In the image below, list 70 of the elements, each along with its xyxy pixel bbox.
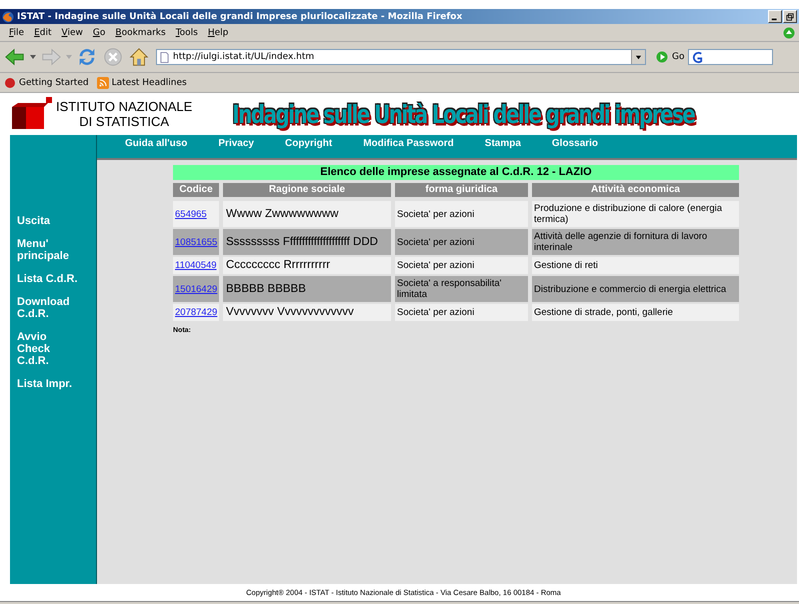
- status-indicator-icon: [783, 26, 795, 38]
- cube-logo-icon: [10, 97, 54, 131]
- table-cell: Societa' per azioni: [395, 257, 528, 274]
- table-title: Elenco delle imprese assegnate al C.d.R. 12 - LAZIO: [173, 165, 739, 180]
- sidebar-link[interactable]: Avvio Check C.d.R.: [17, 331, 79, 367]
- nav-link[interactable]: Stampa: [484, 138, 521, 149]
- search-field[interactable]: [688, 49, 774, 65]
- table-cell: BBBBB BBBBB: [223, 276, 391, 302]
- table-cell: Wwww Zwwwwwwww: [223, 201, 391, 227]
- sidebar-link[interactable]: Lista C.d.R.: [17, 273, 79, 285]
- sidebar-link[interactable]: Download C.d.R.: [17, 296, 79, 320]
- restore-button[interactable]: [783, 10, 797, 23]
- search-engine-icon: [691, 50, 704, 64]
- code-link[interactable]: 11040549: [175, 260, 217, 271]
- banner-title: Indagine sulle Unità Locali delle grandi imprese: [232, 99, 694, 129]
- column-header: forma giuridica: [395, 183, 528, 197]
- table-cell: Produzione e distribuzione di calore (energia termica): [532, 201, 739, 227]
- home-icon[interactable]: [128, 46, 150, 68]
- caret-icon: [635, 54, 642, 60]
- menu-item[interactable]: Edit: [29, 28, 57, 38]
- table-cell: Societa' per azioni: [395, 229, 528, 255]
- table-cell: Ccccccccc Rrrrrrrrrrr: [223, 257, 391, 274]
- nav-link[interactable]: Glossario: [552, 138, 598, 149]
- menu-item[interactable]: Go: [88, 28, 110, 38]
- code-link[interactable]: 20787429: [175, 307, 218, 318]
- bookmark-link[interactable]: Getting Started: [4, 76, 89, 88]
- window-title: ISTAT - Indagine sulle Unità Locali delle grandi Imprese plurilocalizzate - Mozilla Firefox: [17, 12, 462, 22]
- code-link[interactable]: 654965: [175, 208, 207, 220]
- menu-item[interactable]: Help: [202, 28, 234, 38]
- restore-icon: [786, 12, 794, 20]
- table-cell: Gestione di reti: [532, 257, 739, 274]
- table-cell: Gestione di strade, ponti, gallerie: [532, 304, 739, 321]
- menu-item[interactable]: Tools: [170, 28, 203, 38]
- nav-link[interactable]: Modifica Password: [363, 138, 454, 149]
- caret-icon[interactable]: [30, 55, 36, 59]
- back-icon[interactable]: [4, 46, 26, 68]
- table-cell: Attività delle agenzie di fornitura di lavoro interinale: [532, 229, 739, 255]
- sidebar-link[interactable]: Uscita: [17, 215, 79, 227]
- nav-link[interactable]: Copyright: [284, 138, 332, 149]
- column-header: Attività economica: [532, 183, 739, 197]
- sidebar-link[interactable]: Lista Impr.: [17, 378, 79, 390]
- nav-link[interactable]: Privacy: [218, 138, 254, 149]
- institute-name: DI STATISTICA: [79, 114, 170, 129]
- column-header: Codice: [173, 183, 219, 197]
- institute-name: ISTITUTO NAZIONALE: [56, 99, 192, 114]
- bookmark-icon: [4, 76, 16, 88]
- table-cell: Societa' per azioni: [395, 304, 528, 321]
- browser-logo-icon: [2, 10, 14, 22]
- address-field[interactable]: http://iulgi.istat.it/UL/index.htm: [156, 49, 646, 65]
- menu-item[interactable]: File: [4, 28, 30, 38]
- table-cell: Societa' a responsabilita' limitata: [395, 276, 528, 302]
- table-cell: Sssssssss Fffffffffffffffffffff DDD: [223, 229, 391, 255]
- page-icon: [160, 52, 169, 62]
- code-link[interactable]: 15016429: [175, 284, 218, 294]
- play-icon: [656, 51, 668, 63]
- bookmark-link[interactable]: Latest Headlines: [96, 76, 187, 88]
- menu-item[interactable]: Bookmarks: [110, 28, 171, 38]
- code-link[interactable]: 10851655: [175, 236, 218, 248]
- sidebar-link[interactable]: Menu' principale: [17, 238, 79, 262]
- dropdown-button[interactable]: [631, 50, 645, 64]
- nav-link[interactable]: Guida all'uso: [125, 138, 188, 149]
- stop-icon[interactable]: [102, 46, 124, 68]
- go-button[interactable]: Go: [656, 51, 684, 63]
- column-header: Ragione sociale: [223, 183, 391, 197]
- table-cell: Vvvvvvvv Vvvvvvvvvvvvv: [223, 304, 391, 321]
- menu-item[interactable]: View: [56, 28, 88, 38]
- table-cell: Societa' per azioni: [395, 201, 528, 227]
- minimize-button[interactable]: [768, 10, 782, 23]
- table-cell: Distribuzione e commercio di energia elettrica: [532, 276, 739, 302]
- rss-feed-icon: [96, 76, 109, 88]
